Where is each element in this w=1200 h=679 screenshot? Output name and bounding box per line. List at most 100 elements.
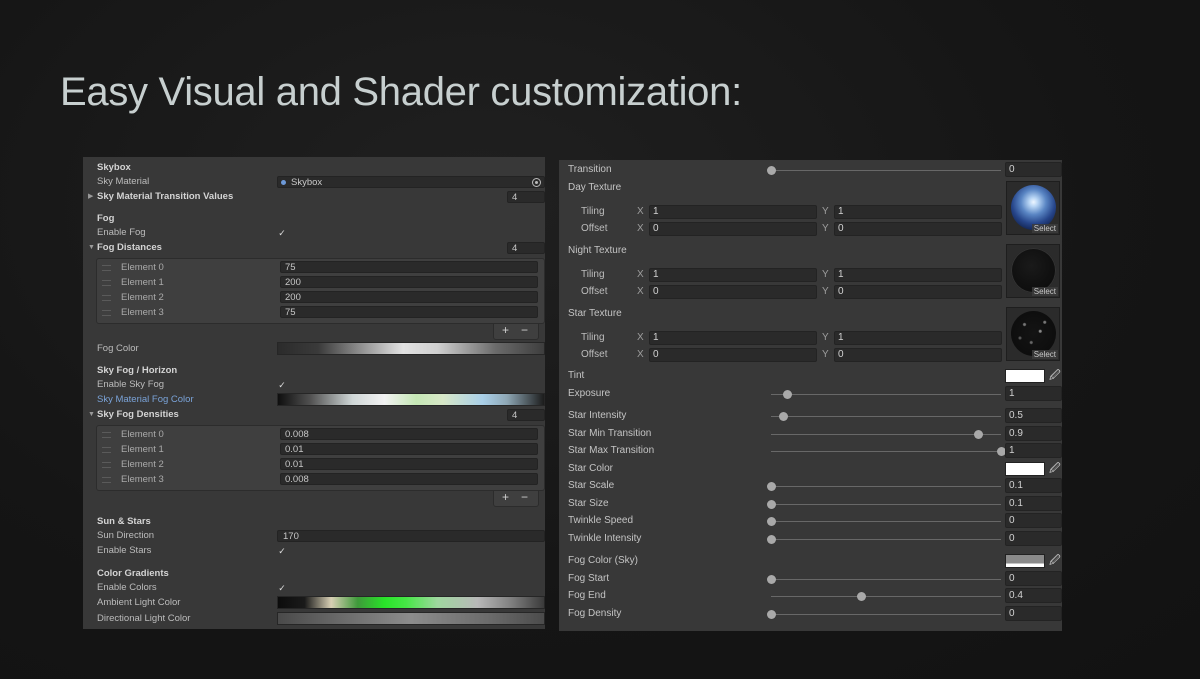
- twinkle-speed-value[interactable]: 0: [1005, 513, 1062, 528]
- sky-fog-densities-count[interactable]: 4: [507, 409, 545, 421]
- slider-thumb[interactable]: [767, 610, 776, 619]
- list-item-label: Element 0: [121, 262, 164, 273]
- directional-light-gradient[interactable]: [277, 612, 545, 625]
- star-tiling-y-field[interactable]: 1: [834, 331, 1002, 345]
- enable-fog-checkbox[interactable]: ✓: [277, 228, 287, 238]
- list-item-label: Element 1: [121, 277, 164, 288]
- drag-handle-icon[interactable]: [102, 432, 111, 438]
- list-item-value[interactable]: 200: [280, 291, 538, 303]
- foldout-down-arrow-icon[interactable]: ▼: [88, 408, 95, 422]
- eyedropper-icon[interactable]: 🖉: [1049, 370, 1061, 382]
- night-tiling-y-field[interactable]: 1: [834, 268, 1002, 282]
- list-item-value[interactable]: 75: [280, 261, 538, 273]
- sky-transition-label[interactable]: Sky Material Transition Values: [97, 190, 233, 204]
- exposure-value[interactable]: 1: [1005, 386, 1062, 401]
- list-item-value[interactable]: 200: [280, 276, 538, 288]
- eyedropper-icon[interactable]: 🖉: [1049, 555, 1061, 567]
- enable-colors-checkbox[interactable]: ✓: [277, 583, 287, 593]
- foldout-right-arrow-icon[interactable]: ▶: [88, 190, 93, 204]
- enable-stars-checkbox[interactable]: ✓: [277, 546, 287, 556]
- star-scale-slider[interactable]: [767, 482, 1001, 491]
- eyedropper-icon[interactable]: 🖉: [1049, 463, 1061, 475]
- fog-distances-label[interactable]: Fog Distances: [97, 241, 162, 255]
- twinkle-intensity-value[interactable]: 0: [1005, 531, 1062, 546]
- drag-handle-icon[interactable]: [102, 477, 111, 483]
- fog-end-value[interactable]: 0.4: [1005, 588, 1062, 603]
- enable-sky-fog-checkbox[interactable]: ✓: [277, 380, 287, 390]
- fog-density-slider[interactable]: [767, 610, 1001, 619]
- drag-handle-icon[interactable]: [102, 447, 111, 453]
- slider-thumb[interactable]: [767, 482, 776, 491]
- foldout-down-arrow-icon[interactable]: ▼: [88, 241, 95, 255]
- night-tiling-x-field[interactable]: 1: [649, 268, 817, 282]
- fog-distances-row[interactable]: ▼ Fog Distances 4: [83, 241, 545, 255]
- drag-handle-icon[interactable]: [102, 265, 111, 271]
- slider-thumb[interactable]: [974, 430, 983, 439]
- star-max-transition-slider[interactable]: [771, 447, 1006, 456]
- transition-value[interactable]: 0: [1005, 162, 1062, 177]
- day-tiling-y-field[interactable]: 1: [834, 205, 1002, 219]
- star-offset-y-field[interactable]: 0: [834, 348, 1002, 362]
- fog-start-slider[interactable]: [767, 575, 1001, 584]
- sky-material-fog-color-gradient[interactable]: [277, 393, 545, 406]
- star-color-swatch[interactable]: [1005, 462, 1045, 476]
- day-offset-y-field[interactable]: 0: [834, 222, 1002, 236]
- fog-color-gradient[interactable]: [277, 342, 545, 355]
- star-max-transition-value[interactable]: 1: [1005, 443, 1062, 458]
- night-offset-y-field[interactable]: 0: [834, 285, 1002, 299]
- fog-color-sky-swatch[interactable]: [1005, 554, 1045, 568]
- drag-handle-icon[interactable]: [102, 462, 111, 468]
- slider-thumb[interactable]: [783, 390, 793, 399]
- sky-transition-count[interactable]: 4: [507, 191, 545, 203]
- sun-direction-row: Sun Direction 170: [83, 529, 545, 543]
- star-tiling-x-field[interactable]: 1: [649, 331, 817, 345]
- list-item-value[interactable]: 0.008: [280, 473, 538, 485]
- list-item-value[interactable]: 0.01: [280, 458, 538, 470]
- sky-transition-row[interactable]: ▶ Sky Material Transition Values 4: [83, 190, 545, 204]
- transition-slider[interactable]: [767, 166, 1001, 175]
- fog-distances-count[interactable]: 4: [507, 242, 545, 254]
- list-item-value[interactable]: 0.008: [280, 428, 538, 440]
- sky-fog-densities-row[interactable]: ▼ Sky Fog Densities 4: [83, 408, 545, 422]
- star-scale-value[interactable]: 0.1: [1005, 478, 1062, 493]
- remove-element-button[interactable]: −: [521, 324, 528, 337]
- star-intensity-slider[interactable]: [771, 412, 1001, 421]
- slider-thumb[interactable]: [767, 500, 776, 509]
- slider-thumb[interactable]: [856, 592, 866, 601]
- exposure-slider[interactable]: [771, 390, 1001, 399]
- star-offset-x-field[interactable]: 0: [649, 348, 817, 362]
- star-min-transition-slider[interactable]: [771, 430, 1001, 439]
- star-min-transition-value[interactable]: 0.9: [1005, 426, 1062, 441]
- slider-thumb[interactable]: [767, 575, 776, 584]
- day-offset-x-field[interactable]: 0: [649, 222, 817, 236]
- twinkle-intensity-slider[interactable]: [767, 535, 1001, 544]
- drag-handle-icon[interactable]: [102, 310, 111, 316]
- list-item-value[interactable]: 0.01: [280, 443, 538, 455]
- sun-direction-field[interactable]: 170: [277, 530, 545, 542]
- slider-thumb[interactable]: [767, 535, 776, 544]
- add-element-button[interactable]: +: [502, 491, 509, 504]
- skybox-header-row: Skybox: [83, 161, 545, 175]
- sky-fog-densities-label[interactable]: Sky Fog Densities: [97, 408, 179, 422]
- drag-handle-icon[interactable]: [102, 295, 111, 301]
- fog-start-value[interactable]: 0: [1005, 571, 1062, 586]
- drag-handle-icon[interactable]: [102, 280, 111, 286]
- tint-color-swatch[interactable]: [1005, 369, 1045, 383]
- star-intensity-value[interactable]: 0.5: [1005, 408, 1062, 423]
- add-element-button[interactable]: +: [502, 324, 509, 337]
- fog-end-slider[interactable]: [771, 592, 1001, 601]
- remove-element-button[interactable]: −: [521, 491, 528, 504]
- day-tiling-x-field[interactable]: 1: [649, 205, 817, 219]
- star-size-slider[interactable]: [767, 500, 1001, 509]
- star-size-value[interactable]: 0.1: [1005, 496, 1062, 511]
- sky-material-field[interactable]: Skybox: [277, 176, 545, 188]
- slider-thumb[interactable]: [767, 517, 776, 526]
- object-picker-icon[interactable]: [532, 178, 541, 187]
- night-offset-x-field[interactable]: 0: [649, 285, 817, 299]
- fog-density-value[interactable]: 0: [1005, 606, 1062, 621]
- ambient-light-gradient[interactable]: [277, 596, 545, 609]
- slider-thumb[interactable]: [778, 412, 788, 421]
- slider-thumb[interactable]: [767, 166, 776, 175]
- list-item-value[interactable]: 75: [280, 306, 538, 318]
- twinkle-speed-slider[interactable]: [767, 517, 1001, 526]
